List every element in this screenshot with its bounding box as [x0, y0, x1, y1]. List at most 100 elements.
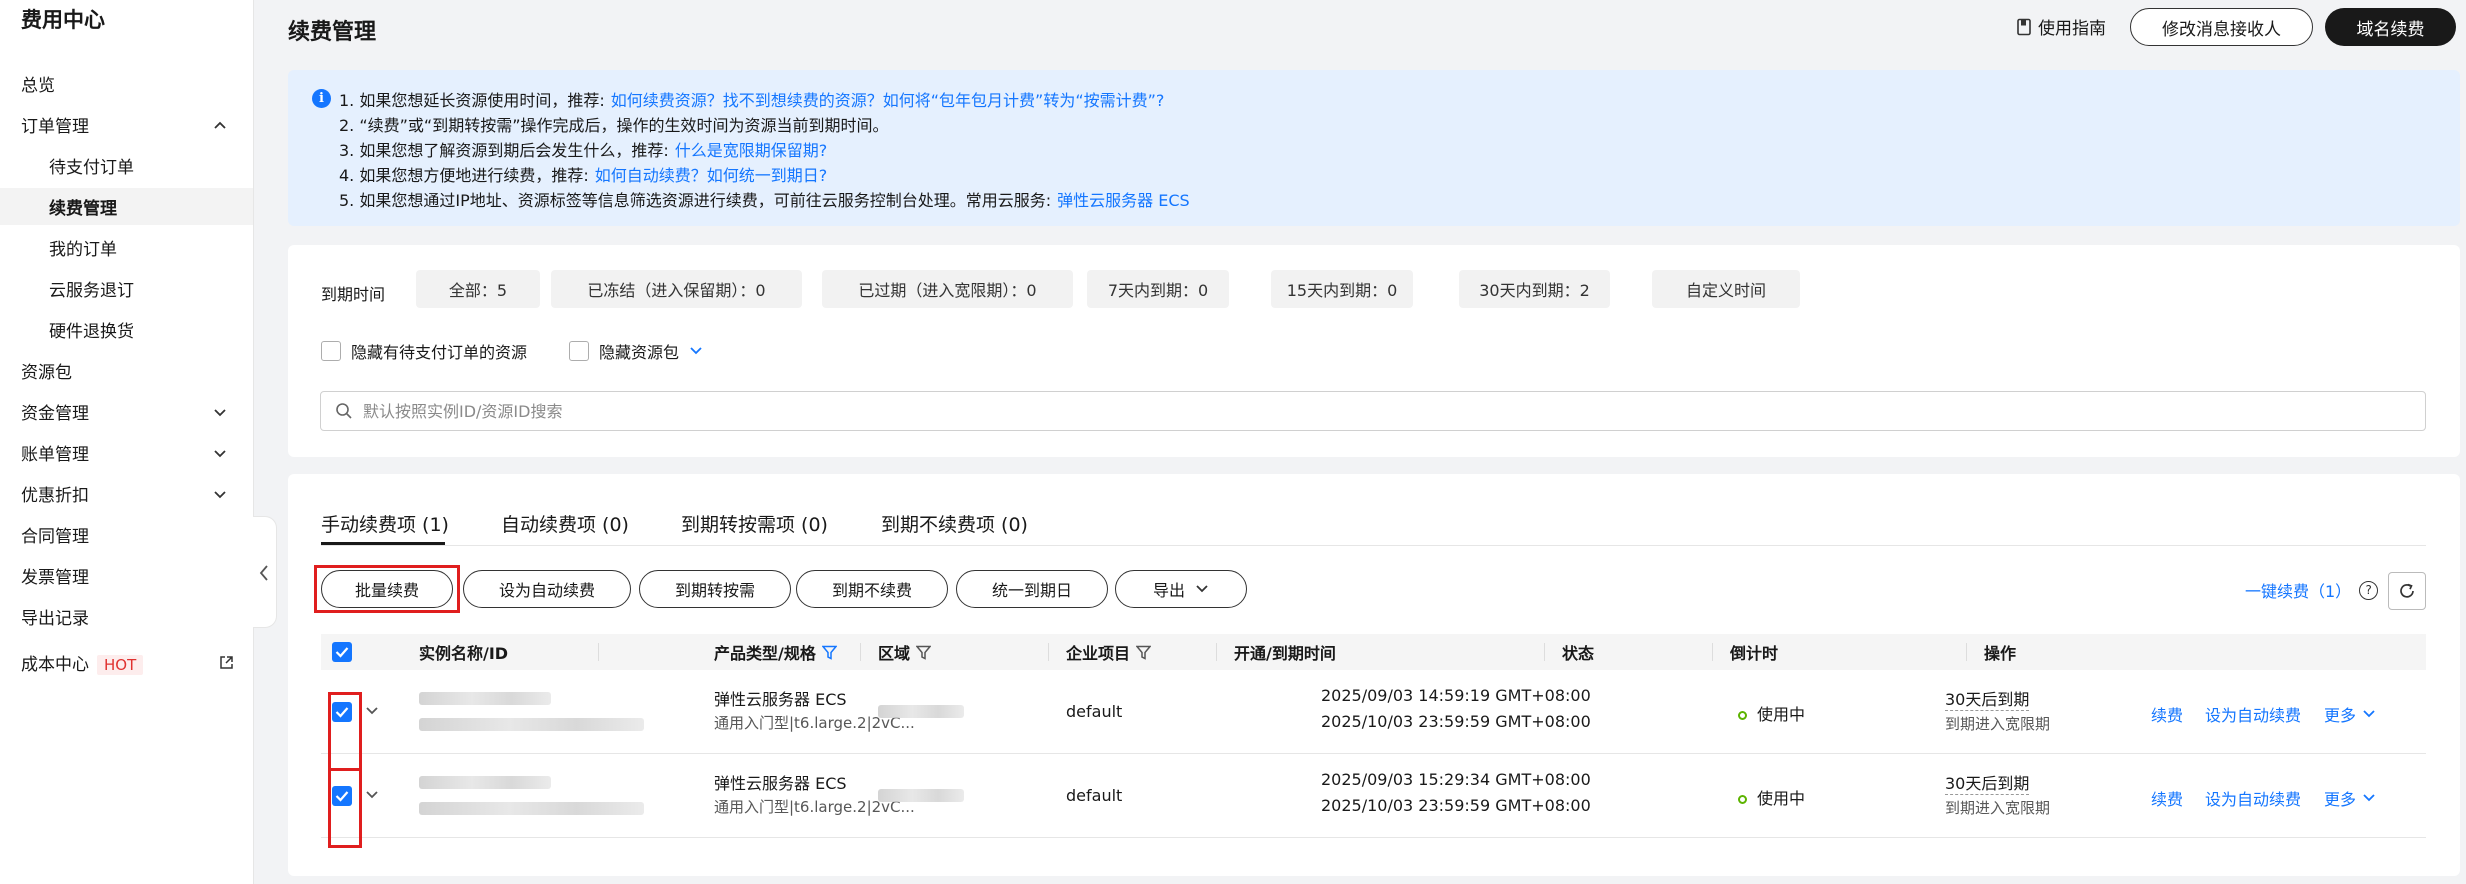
sidebar-collapse-toggle[interactable] — [253, 516, 277, 628]
tab-manual-renew[interactable]: 手动续费项 (1) — [321, 510, 449, 537]
sidebar-item-orders[interactable]: 订单管理 — [0, 106, 253, 143]
status-label: 使用中 — [1757, 789, 1806, 808]
product-type: 弹性云服务器 ECS — [714, 774, 847, 793]
filter-chip-30days[interactable]: 30天内到期：2 — [1459, 270, 1610, 308]
renew-link[interactable]: 续费 — [2151, 702, 2183, 726]
sidebar-item-resource-package[interactable]: 资源包 — [0, 352, 253, 389]
notice-link-ecs[interactable]: 弹性云服务器 ECS — [1057, 191, 1190, 210]
info-icon: i — [312, 89, 331, 108]
sidebar-item-hardware-return[interactable]: 硬件退换货 — [0, 311, 253, 348]
checkbox-label: 隐藏有待支付订单的资源 — [351, 343, 528, 362]
tab-auto-renew[interactable]: 自动续费项 (0) — [501, 510, 629, 537]
check-icon — [335, 647, 349, 658]
unify-date-button[interactable]: 统一到期日 — [956, 570, 1108, 608]
chevron-down-icon[interactable] — [365, 790, 379, 800]
chevron-down-icon — [214, 409, 226, 417]
modify-receiver-button[interactable]: 修改消息接收人 — [2130, 8, 2313, 46]
set-auto-renew-link[interactable]: 设为自动续费 — [2205, 786, 2301, 810]
table-header: 实例名称/ID 产品类型/规格 区域 企业项目 开通/到期时间 状态 倒计时 操… — [321, 634, 2426, 670]
renew-link[interactable]: 续费 — [2151, 786, 2183, 810]
filter-chip-custom[interactable]: 自定义时间 — [1652, 270, 1800, 308]
more-menu[interactable]: 更多 — [2324, 702, 2376, 726]
more-menu[interactable]: 更多 — [2324, 786, 2376, 810]
chevron-down-icon — [2363, 794, 2375, 802]
domain-renew-button[interactable]: 域名续费 — [2325, 8, 2456, 46]
sidebar-item-renewal[interactable]: 续费管理 — [0, 188, 253, 225]
filter-chip-15days[interactable]: 15天内到期：0 — [1271, 270, 1413, 308]
countdown-note: 到期进入宽限期 — [1945, 799, 2051, 817]
chevron-down-icon[interactable] — [689, 346, 703, 356]
refresh-icon — [2400, 583, 2414, 598]
filter-icon[interactable] — [916, 645, 932, 660]
table-row: 弹性云服务器 ECS 通用入门型|t6.large.2|2vC... defau… — [321, 754, 2426, 838]
checkbox[interactable] — [569, 341, 589, 361]
filter-icon[interactable] — [821, 645, 837, 660]
expire-time: 2025/10/03 23:59:59 GMT+08:00 — [1321, 712, 1591, 731]
column-header-time: 开通/到期时间 — [1234, 644, 1336, 663]
notice-line-5: 5. 如果您想通过IP地址、资源标签等信息筛选资源进行续费，可前往云服务控制台处… — [339, 187, 1190, 211]
notice-text: 1. 如果您想延长资源使用时间，推荐: — [339, 91, 605, 110]
column-header-countdown: 倒计时 — [1730, 644, 1779, 663]
set-auto-renew-button[interactable]: 设为自动续费 — [463, 570, 631, 608]
column-header-instance: 实例名称/ID — [419, 644, 509, 663]
sidebar-item-label: 订单管理 — [21, 117, 89, 137]
sidebar-item-my-orders[interactable]: 我的订单 — [0, 229, 253, 266]
notice-text: 3. 如果您想了解资源到期后会发生什么，推荐: — [339, 141, 669, 160]
active-tab-indicator — [321, 542, 445, 545]
notice-line-2: 2. “续费”或“到期转按需”操作完成后，操作的生效时间为资源当前到期时间。 — [339, 112, 889, 136]
sidebar-item-label: 账单管理 — [21, 445, 89, 465]
export-button[interactable]: 导出 — [1115, 570, 1247, 608]
refresh-button[interactable] — [2388, 572, 2426, 610]
guide-link[interactable]: 使用指南 — [2016, 14, 2106, 39]
hide-pending-checkbox[interactable]: 隐藏有待支付订单的资源 — [321, 339, 527, 363]
one-key-renew[interactable]: 一键续费（1） ? — [2245, 578, 2379, 602]
sidebar-item-unsubscribe[interactable]: 云服务退订 — [0, 270, 253, 307]
set-auto-renew-link[interactable]: 设为自动续费 — [2205, 702, 2301, 726]
more-label: 更多 — [2324, 706, 2357, 725]
highlight-box — [314, 565, 460, 613]
filter-chip-all[interactable]: 全部：5 — [416, 270, 540, 308]
to-ondemand-button[interactable]: 到期转按需 — [639, 570, 791, 608]
filter-chip-frozen[interactable]: 已冻结（进入保留期）：0 — [551, 270, 802, 308]
no-renew-button[interactable]: 到期不续费 — [796, 570, 948, 608]
filter-icon[interactable] — [1136, 645, 1152, 660]
filter-chip-7days[interactable]: 7天内到期：0 — [1087, 270, 1229, 308]
notice-text: 4. 如果您想方便地进行续费，推荐: — [339, 166, 589, 185]
sidebar-item-invoices[interactable]: 发票管理 — [0, 557, 253, 594]
highlight-divider — [328, 768, 362, 771]
sidebar-item-overview[interactable]: 总览 — [0, 65, 253, 102]
tab-to-ondemand[interactable]: 到期转按需项 (0) — [681, 510, 828, 537]
chevron-down-icon — [1196, 585, 1208, 593]
sidebar-item-discounts[interactable]: 优惠折扣 — [0, 475, 253, 512]
sidebar-item-pending-orders[interactable]: 待支付订单 — [0, 147, 253, 184]
chevron-up-icon — [214, 121, 226, 129]
hide-package-checkbox[interactable]: 隐藏资源包 — [569, 339, 703, 363]
search-icon — [336, 403, 352, 419]
sidebar-item-cost-center[interactable]: 成本中心 HOT — [0, 644, 253, 681]
search-box[interactable] — [320, 391, 2426, 431]
sidebar-item-contracts[interactable]: 合同管理 — [0, 516, 253, 553]
countdown: 30天后到期 — [1945, 686, 2030, 711]
sidebar-item-bills[interactable]: 账单管理 — [0, 434, 253, 471]
search-input[interactable] — [363, 401, 2263, 421]
notice-text: 5. 如果您想通过IP地址、资源标签等信息筛选资源进行续费，可前往云服务控制台处… — [339, 191, 1052, 210]
column-header-status: 状态 — [1562, 644, 1595, 663]
checkbox[interactable] — [321, 341, 341, 361]
sidebar-item-label: 资源包 — [21, 363, 72, 383]
sidebar-item-funds[interactable]: 资金管理 — [0, 393, 253, 430]
notice-line-1: 1. 如果您想延长资源使用时间，推荐: 如何续费资源？找不到想续费的资源？如何将“… — [339, 87, 1164, 111]
sidebar-item-export-records[interactable]: 导出记录 — [0, 598, 253, 635]
redacted-instance-name — [419, 692, 551, 705]
notice-link-auto-renew[interactable]: 如何自动续费？如何统一到期日? — [595, 166, 828, 185]
select-all-checkbox[interactable] — [332, 642, 352, 662]
one-key-renew-link[interactable]: 一键续费（1） — [2245, 578, 2351, 602]
notice-link-renew-help[interactable]: 如何续费资源？找不到想续费的资源？如何将“包年包月计费”转为“按需计费”? — [611, 91, 1165, 110]
tab-no-renew[interactable]: 到期不续费项 (0) — [881, 510, 1028, 537]
notice-link-grace-period[interactable]: 什么是宽限期保留期? — [675, 141, 828, 160]
chevron-down-icon[interactable] — [365, 706, 379, 716]
filter-chip-expired[interactable]: 已过期（进入宽限期）：0 — [822, 270, 1073, 308]
help-icon[interactable]: ? — [2359, 580, 2379, 600]
column-header-region: 区域 — [878, 634, 932, 670]
filter-panel: 到期时间 全部：5 已冻结（进入保留期）：0 已过期（进入宽限期）：0 7天内到… — [288, 245, 2460, 457]
column-header-label: 区域 — [878, 644, 911, 663]
